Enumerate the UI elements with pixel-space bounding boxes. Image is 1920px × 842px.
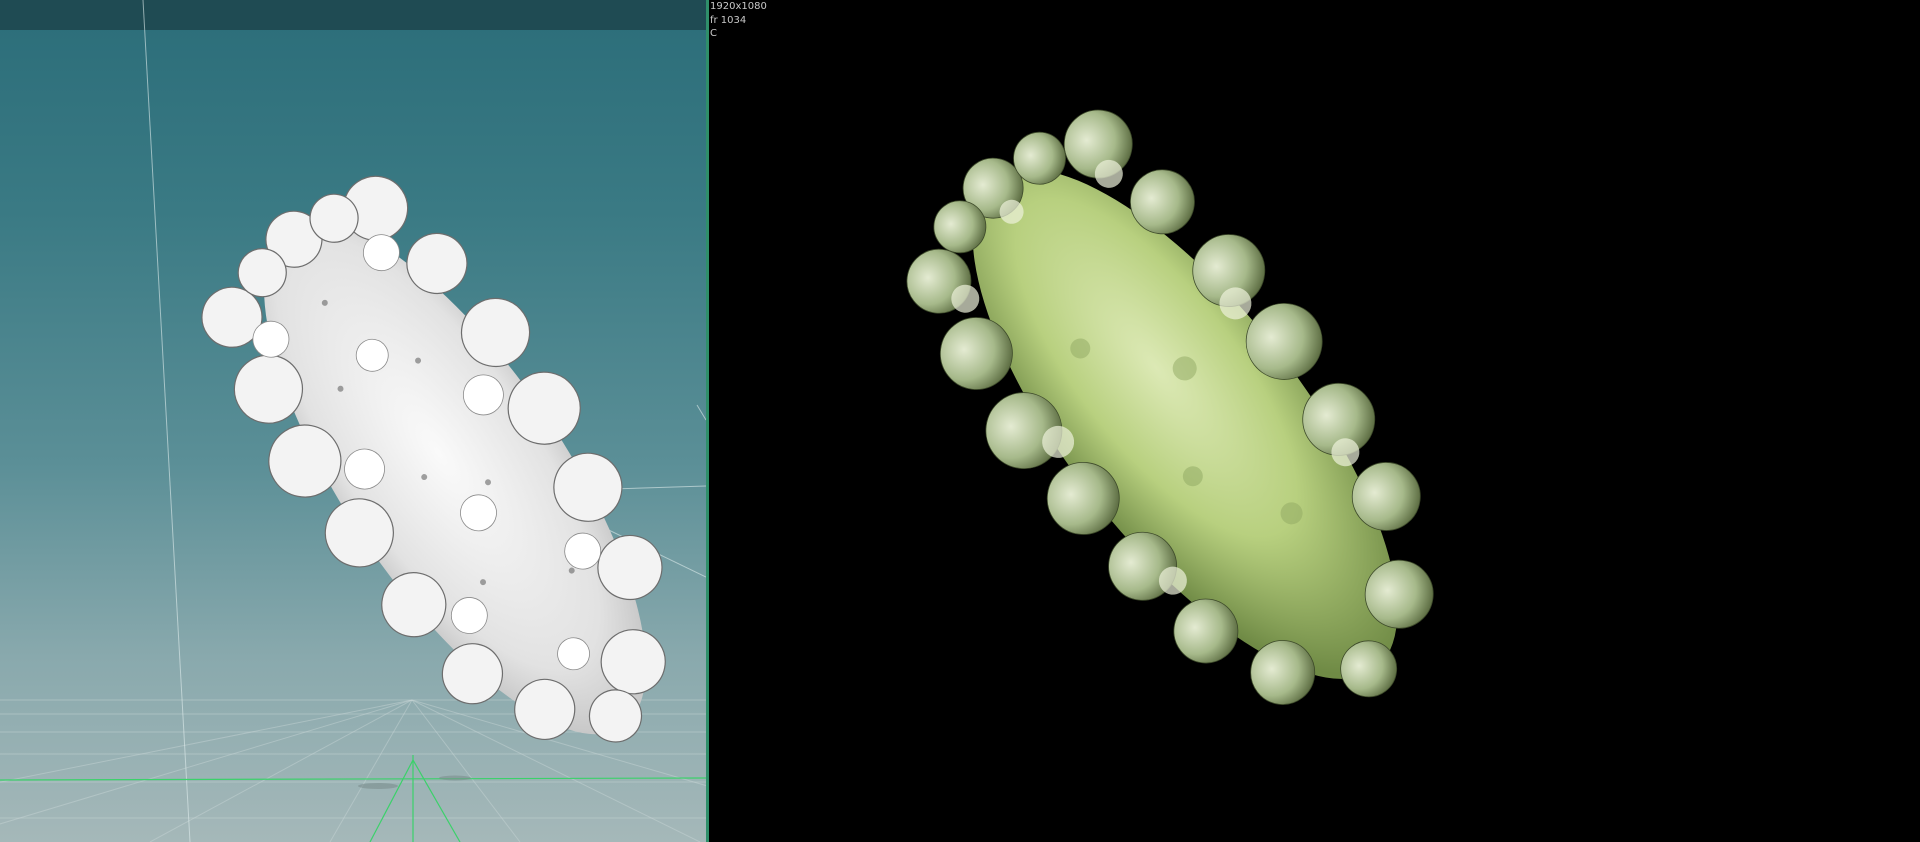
scene-viewport[interactable] (0, 0, 706, 842)
coral-model-viewport (201, 175, 666, 743)
render-info-overlay: 1920x1080 fr 1034 C (710, 0, 767, 41)
app-window: 1920x1080 fr 1034 C (0, 0, 1920, 842)
render-image (906, 109, 1434, 705)
coral-model-render (906, 109, 1434, 705)
viewport-scene (0, 0, 706, 842)
render-view[interactable]: 1920x1080 fr 1034 C (709, 0, 1920, 842)
render-frame: fr 1034 (710, 14, 747, 26)
render-camera: C (710, 28, 717, 39)
render-resolution: 1920x1080 (710, 1, 767, 12)
